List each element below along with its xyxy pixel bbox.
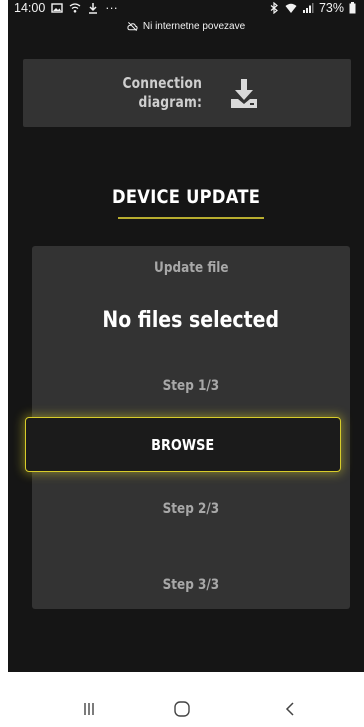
step-3-label: Step 3/3 (162, 577, 220, 593)
download-icon (230, 79, 257, 108)
bluetooth-icon (270, 2, 278, 14)
cloud-off-icon (127, 21, 138, 31)
connection-diagram-label: Connection diagram: (122, 74, 203, 111)
system-nav-bar (0, 690, 364, 727)
signal-icon (302, 3, 314, 13)
recents-button[interactable] (59, 690, 119, 727)
wifi-call-icon (69, 3, 81, 13)
title-underline (118, 217, 264, 219)
app-screen: 14:00 ··· 73% Ni internetne povezave Con… (8, 0, 364, 672)
download-status-icon (89, 3, 98, 14)
clock: 14:00 (14, 1, 46, 15)
home-icon (174, 700, 190, 717)
back-icon (285, 701, 294, 716)
home-button[interactable] (152, 690, 212, 727)
more-notifications: ··· (105, 1, 118, 15)
status-bar: 14:00 ··· 73% (8, 0, 364, 16)
connection-diagram-button[interactable]: Connection diagram: (23, 59, 351, 127)
step-2-label: Step 2/3 (162, 501, 220, 517)
battery-percent: 73% (318, 1, 344, 15)
wifi-icon (285, 3, 297, 13)
update-file-heading: Update file (153, 260, 229, 276)
page-title: DEVICE UPDATE (111, 186, 261, 208)
offline-banner: Ni internetne povezave (8, 16, 364, 36)
offline-message: Ni internetne povezave (142, 20, 246, 32)
back-button[interactable] (260, 690, 320, 727)
battery-icon (349, 2, 356, 14)
file-status: No files selected (102, 308, 280, 333)
image-icon (51, 3, 63, 13)
browse-button[interactable]: BROWSE (25, 417, 341, 472)
step-1-label: Step 1/3 (162, 378, 220, 394)
recents-icon (84, 702, 94, 715)
